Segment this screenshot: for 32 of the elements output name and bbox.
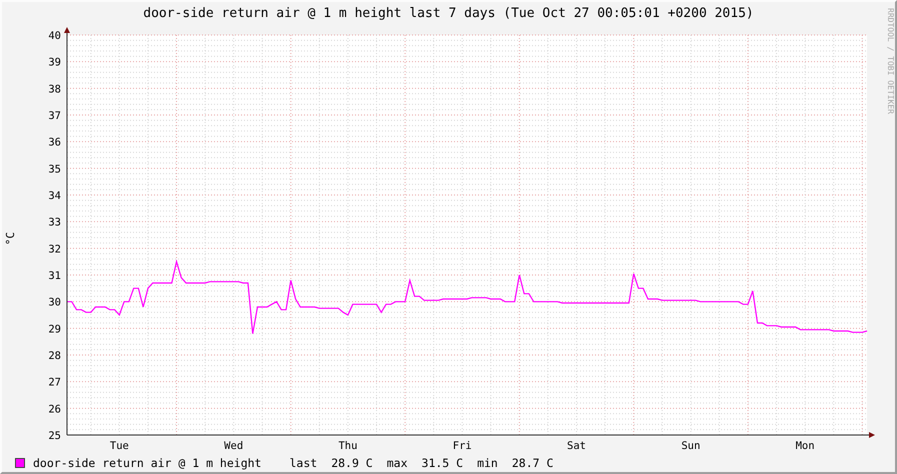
stat-label: max — [386, 456, 408, 470]
y-tick-label: 33 — [48, 216, 61, 229]
x-tick-label: Sat — [566, 440, 586, 452]
y-tick-label: 25 — [48, 430, 61, 442]
x-tick-label: Fri — [452, 440, 472, 452]
y-tick-label: 32 — [48, 243, 61, 256]
credit-text: RRDTOOL / TOBI OETIKER — [886, 8, 895, 114]
stat-value: 31.5 C — [422, 456, 464, 470]
y-axis-label: °C — [4, 232, 18, 246]
y-tick-label: 28 — [48, 350, 61, 362]
y-tick-label: 40 — [48, 30, 61, 42]
stat-label: last — [289, 456, 318, 470]
stat-value: 28.7 C — [512, 456, 554, 470]
x-tick-label: Mon — [796, 440, 814, 452]
y-tick-label: 36 — [48, 136, 61, 149]
y-tick-label: 29 — [48, 323, 61, 336]
x-tick-label: Thu — [338, 440, 358, 452]
stat-value: 28.9 C — [331, 456, 373, 470]
legend-label: door-side return air @ 1 m height — [33, 456, 262, 470]
y-tick-label: 37 — [48, 110, 61, 122]
y-tick-label: 38 — [48, 83, 61, 96]
x-tick-label: Tue — [110, 440, 129, 452]
x-tick-label: Wed — [224, 440, 244, 452]
y-tick-label: 39 — [48, 56, 61, 69]
stat-label: min — [477, 456, 498, 470]
y-tick-label: 26 — [48, 403, 61, 416]
y-tick-label: 27 — [48, 376, 61, 389]
y-tick-label: 31 — [48, 270, 61, 282]
x-tick-label: Sun — [681, 440, 700, 452]
y-tick-label: 34 — [48, 190, 61, 202]
y-tick-label: 35 — [48, 163, 61, 176]
y-tick-label: 30 — [48, 296, 61, 309]
